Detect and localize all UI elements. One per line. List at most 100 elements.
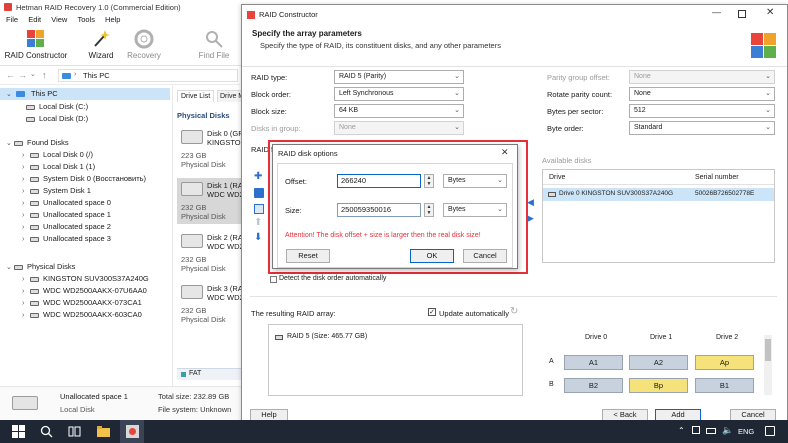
menu-tools[interactable]: Tools	[77, 14, 95, 26]
search-icon[interactable]	[40, 425, 53, 438]
scrollbar-thumb[interactable]	[765, 339, 771, 361]
battery-icon[interactable]	[706, 428, 716, 434]
transfer-left-arrow-icon[interactable]: ◀	[527, 197, 534, 208]
tree-row-physical[interactable]: › WDC WD2500AAKX-603CA0	[22, 309, 142, 321]
bytes-per-sector-select[interactable]: 512 ⌄	[629, 104, 775, 118]
tree-row-found[interactable]: › Local Disk 1 (1)	[22, 161, 95, 173]
disks-in-group-select[interactable]: None ⌄	[334, 121, 464, 135]
task-view-icon[interactable]	[68, 425, 81, 438]
disk-icon	[30, 152, 39, 158]
disks-in-group-label: Disks in group:	[251, 124, 301, 133]
menu-file[interactable]: File	[6, 14, 18, 26]
block-size-select[interactable]: 64 KB ⌄	[334, 104, 464, 118]
hard-drive-icon	[181, 182, 203, 196]
table-row[interactable]: Drive 0 KINGSTON SUV300S37A240G 50026B72…	[543, 188, 774, 201]
tree-row-found[interactable]: › Unallocated space 0	[22, 197, 111, 209]
tree-row-physical[interactable]: › KINGSTON SUV300S37A240G	[22, 273, 149, 285]
address-bar[interactable]: › This PC	[58, 69, 238, 82]
ok-button[interactable]: OK	[410, 249, 454, 263]
result-item[interactable]: RAID 5 (Size: 465.77 GB)	[287, 333, 367, 340]
size-spinner[interactable]: ▲ ▼	[424, 203, 434, 217]
trash-icon[interactable]	[254, 188, 264, 198]
offset-unit-select[interactable]: Bytes ⌄	[443, 174, 507, 188]
volume-icon[interactable]: 🔈	[722, 425, 733, 436]
offset-input[interactable]: 266240	[337, 174, 421, 188]
transfer-right-arrow-icon[interactable]: ▶	[527, 213, 534, 224]
available-disks-label: Available disks	[542, 156, 592, 165]
column-header-serial[interactable]: Serial number	[695, 174, 739, 181]
chevron-up-icon[interactable]: ⌃	[678, 426, 685, 435]
chevron-down-icon[interactable]: ⌄	[6, 262, 14, 274]
recovery-button[interactable]: Recovery	[124, 29, 164, 60]
detect-order-checkbox[interactable]	[270, 276, 277, 283]
reset-button[interactable]: Reset	[286, 249, 330, 263]
file-explorer-icon[interactable]	[97, 425, 110, 438]
tree-row-local-d[interactable]: Local Disk (D:)	[26, 113, 88, 125]
size-input[interactable]: 250059350016	[337, 203, 421, 217]
refresh-icon[interactable]: ↻	[510, 306, 518, 317]
menu-help[interactable]: Help	[105, 14, 120, 26]
tree-row-found[interactable]: › System Disk 1	[22, 185, 91, 197]
chevron-down-icon[interactable]: ⌄	[6, 138, 14, 150]
tree-row-found[interactable]: › System Disk 0 (Восстановить)	[22, 173, 146, 185]
menu-edit[interactable]: Edit	[28, 14, 41, 26]
column-header-drive[interactable]: Drive	[549, 174, 565, 181]
back-arrow-icon[interactable]: ←	[6, 70, 15, 80]
grid-row-label: A	[549, 358, 554, 365]
disk-icon	[30, 288, 39, 294]
grid-cell: A2	[629, 355, 688, 370]
chevron-down-icon: ⌄	[497, 206, 503, 213]
notification-icon[interactable]	[765, 426, 775, 436]
block-size-label: Block size:	[251, 107, 287, 116]
block-order-select[interactable]: Left Synchronous ⌄	[334, 87, 464, 101]
size-unit-select[interactable]: Bytes ⌄	[443, 203, 507, 217]
rotate-parity-select[interactable]: None ⌄	[629, 87, 775, 101]
raid-constructor-button[interactable]: RAID Constructor	[4, 29, 68, 60]
minimize-icon[interactable]: —	[712, 7, 721, 17]
disk-card[interactable]: Disk 1 (RAW) WDC WD25 232 GB Physical Di…	[177, 178, 252, 224]
tree-row-found[interactable]: › Unallocated space 1	[22, 209, 111, 221]
forward-arrow-icon[interactable]: →	[18, 70, 27, 80]
add-disk-icon[interactable]: ✚	[254, 172, 264, 182]
move-up-icon[interactable]: ⬆	[254, 218, 264, 228]
language-indicator[interactable]: ENG	[738, 427, 754, 436]
parity-offset-select[interactable]: None ⌄	[629, 70, 775, 84]
chevron-right-icon[interactable]: ›	[22, 310, 30, 322]
disk-card[interactable]: Disk 3 (RAW) WDC WD25 232 GB Physical Di…	[177, 281, 252, 327]
maximize-icon[interactable]	[738, 10, 746, 18]
up-arrow-icon[interactable]: ↑	[42, 70, 47, 80]
wizard-button[interactable]: Wizard	[84, 29, 118, 60]
move-down-icon[interactable]: ⬇	[254, 233, 264, 243]
tree-row-found-disks[interactable]: ⌄ Found Disks	[6, 137, 69, 149]
chevron-down-icon[interactable]: ⌄	[6, 89, 14, 101]
tree-row-physical[interactable]: › WDC WD2500AAKX-07U6AA0	[22, 285, 147, 297]
windows-start-icon[interactable]	[12, 425, 25, 438]
puzzle-icon	[247, 11, 255, 19]
update-auto-label: Update automatically	[439, 309, 510, 318]
find-file-button[interactable]: Find File	[194, 29, 234, 60]
disk-card[interactable]: Disk 2 (RAW) WDC WD25 232 GB Physical Di…	[177, 230, 252, 276]
tab-drive-list[interactable]: Drive List	[177, 90, 215, 102]
grid-scrollbar[interactable]	[764, 335, 772, 395]
tree-row-found[interactable]: › Unallocated space 2	[22, 221, 111, 233]
raid-type-select[interactable]: RAID 5 (Parity) ⌄	[334, 70, 464, 84]
close-icon[interactable]: ✕	[501, 147, 509, 158]
dialog-cancel-button[interactable]: Cancel	[463, 249, 507, 263]
tree-row-physical-disks[interactable]: ⌄ Physical Disks	[6, 261, 75, 273]
disk-card[interactable]: Disk 0 (GPT) KINGSTON 223 GB Physical Di…	[177, 126, 250, 172]
chevron-down-icon[interactable]: ⌄	[30, 70, 36, 78]
tree-row-local-c[interactable]: Local Disk (C:)	[26, 101, 88, 113]
tree-row-found[interactable]: › Unallocated space 3	[22, 233, 111, 245]
chevron-right-icon[interactable]: ›	[22, 234, 30, 246]
offset-spinner[interactable]: ▲ ▼	[424, 174, 434, 188]
network-icon[interactable]	[692, 426, 700, 434]
raid-recovery-taskbar-icon[interactable]	[126, 425, 139, 438]
close-icon[interactable]: ✕	[766, 7, 774, 18]
properties-icon[interactable]	[254, 204, 264, 214]
menu-view[interactable]: View	[51, 14, 67, 26]
byte-order-select[interactable]: Standard ⌄	[629, 121, 775, 135]
update-auto-checkbox[interactable]: ✓	[428, 308, 436, 316]
tree-row-this-pc[interactable]: ⌄ This PC	[0, 88, 170, 100]
tree-row-found[interactable]: › Local Disk 0 (/)	[22, 149, 93, 161]
tree-row-physical[interactable]: › WDC WD2500AAKX-073CA1	[22, 297, 142, 309]
